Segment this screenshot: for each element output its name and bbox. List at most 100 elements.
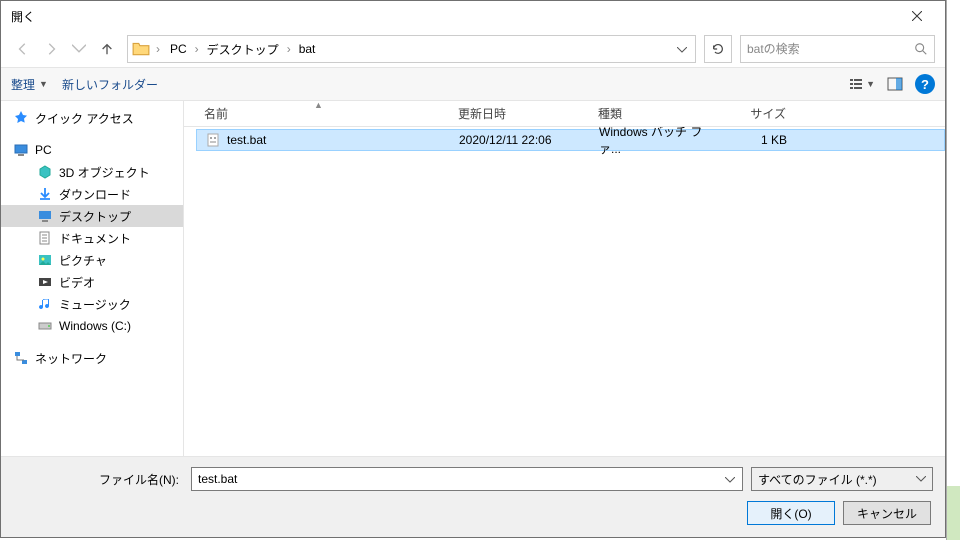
cdrive-icon [37,318,53,334]
sidebar-item-label: ミュージック [59,296,131,313]
sidebar-item-label: クイック アクセス [35,110,134,127]
sidebar-item-cdrive[interactable]: Windows (C:) [1,315,183,337]
network-icon [13,350,29,366]
chevron-right-icon: › [154,42,162,56]
filename-input[interactable] [198,472,724,486]
sidebar-item-downloads[interactable]: ダウンロード [1,183,183,205]
sidebar-item-videos[interactable]: ビデオ [1,271,183,293]
chevron-right-icon: › [193,42,201,56]
sidebar-item-label: ネットワーク [35,350,107,367]
arrow-up-icon [100,42,114,56]
dialog-footer: ファイル名(N): すべてのファイル (*.*) 開く(O) キャンセル [1,456,945,537]
chevron-down-icon [72,42,86,56]
sidebar-item-label: デスクトップ [59,208,131,225]
preview-pane-toggle[interactable] [887,76,903,92]
chevron-down-icon [916,476,926,482]
music-icon [37,296,53,312]
open-button[interactable]: 開く(O) [747,501,835,525]
open-file-dialog: 開く › PC › デスクトップ › bat [0,0,946,538]
toolbar: 整理 ▼ 新しいフォルダー ▼ ? [1,67,945,101]
filter-label: すべてのファイル (*.*) [758,471,877,488]
desktop-icon [37,208,53,224]
breadcrumb-desktop[interactable]: デスクトップ [203,39,283,60]
sidebar-item-music[interactable]: ミュージック [1,293,183,315]
close-icon [912,11,922,21]
chevron-down-icon [725,477,735,483]
breadcrumb-bat[interactable]: bat [295,40,320,58]
sidebar-item-label: ドキュメント [59,230,131,247]
refresh-icon [711,42,725,56]
sidebar-item-3d[interactable]: 3D オブジェクト [1,161,183,183]
close-button[interactable] [897,2,937,30]
videos-icon [37,274,53,290]
file-pane: ▲ 名前 更新日時 種類 サイズ test.bat2020/12/11 22:0… [184,101,945,456]
file-row[interactable]: test.bat2020/12/11 22:06Windows バッチ ファ..… [196,129,945,151]
file-list: test.bat2020/12/11 22:06Windows バッチ ファ..… [184,127,945,456]
organize-label: 整理 [11,76,35,93]
nav-sidebar: クイック アクセス PC 3D オブジェクトダウンロードデスクトップドキュメント… [1,101,184,456]
column-name[interactable]: 名前 [196,105,450,122]
sidebar-item-label: 3D オブジェクト [59,164,150,181]
sort-indicator-icon: ▲ [314,100,323,110]
up-button[interactable] [95,37,119,61]
file-size: 1 KB [731,133,795,147]
column-size[interactable]: サイズ [730,105,794,122]
chevron-down-icon: ▼ [39,79,48,89]
window-title: 開く [9,8,897,25]
pictures-icon [37,252,53,268]
refresh-button[interactable] [704,35,732,63]
organize-menu[interactable]: 整理 ▼ [11,76,48,93]
sidebar-item-label: ダウンロード [59,186,131,203]
forward-button[interactable] [39,37,63,61]
file-type: Windows バッチ ファ... [591,127,731,157]
search-icon [914,42,928,56]
recent-dropdown[interactable] [67,37,91,61]
back-button[interactable] [11,37,35,61]
breadcrumb: PC › デスクトップ › bat [166,39,669,60]
search-box[interactable] [740,35,935,63]
cancel-button[interactable]: キャンセル [843,501,931,525]
address-bar[interactable]: › PC › デスクトップ › bat [127,35,696,63]
background-window-edge [946,0,960,540]
pc-icon [13,142,29,158]
filename-combo[interactable] [191,467,743,491]
documents-icon [37,230,53,246]
downloads-icon [37,186,53,202]
titlebar: 開く [1,1,945,31]
sidebar-item-label: Windows (C:) [59,319,131,333]
column-date[interactable]: 更新日時 [450,105,590,122]
address-dropdown[interactable] [673,42,691,56]
sidebar-item-label: ビデオ [59,274,95,291]
chevron-down-icon: ▼ [866,79,875,89]
sidebar-quick-access[interactable]: クイック アクセス [1,107,183,129]
nav-row: › PC › デスクトップ › bat [1,31,945,67]
sidebar-item-documents[interactable]: ドキュメント [1,227,183,249]
arrow-right-icon [44,42,58,56]
dialog-body: クイック アクセス PC 3D オブジェクトダウンロードデスクトップドキュメント… [1,101,945,456]
breadcrumb-pc[interactable]: PC [166,40,191,58]
file-name: test.bat [227,133,266,147]
view-mode-menu[interactable]: ▼ [848,76,875,92]
chevron-right-icon: › [285,42,293,56]
address-wrap: › PC › デスクトップ › bat [127,35,935,63]
sidebar-network[interactable]: ネットワーク [1,347,183,369]
new-folder-label: 新しいフォルダー [62,76,158,93]
sidebar-item-label: PC [35,143,52,157]
sidebar-pc[interactable]: PC [1,139,183,161]
column-type[interactable]: 種類 [590,105,730,122]
help-button[interactable]: ? [915,74,935,94]
view-list-icon [848,76,864,92]
filename-dropdown[interactable] [724,472,736,486]
chevron-down-icon [677,47,687,53]
3d-icon [37,164,53,180]
sidebar-item-desktop[interactable]: デスクトップ [1,205,183,227]
file-type-filter[interactable]: すべてのファイル (*.*) [751,467,933,491]
new-folder-button[interactable]: 新しいフォルダー [62,76,158,93]
column-headers: ▲ 名前 更新日時 種類 サイズ [184,101,945,127]
arrow-left-icon [16,42,30,56]
filename-label: ファイル名(N): [13,471,183,488]
search-input[interactable] [747,42,914,56]
star-icon [13,110,29,126]
sidebar-item-pictures[interactable]: ピクチャ [1,249,183,271]
preview-pane-icon [887,76,903,92]
